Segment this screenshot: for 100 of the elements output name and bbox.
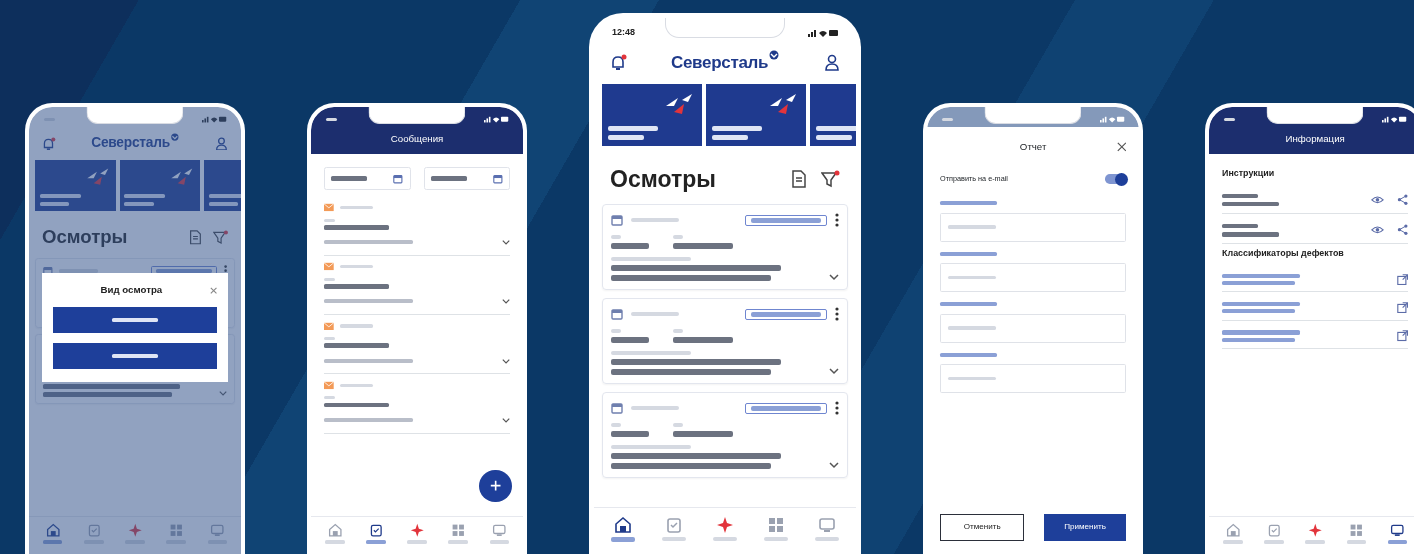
external-link-icon[interactable] [1396, 330, 1409, 342]
blurred-text [59, 269, 98, 273]
blurred-text [940, 251, 997, 256]
chevron-down-icon[interactable] [829, 367, 840, 375]
chevron-down-icon[interactable] [829, 273, 840, 281]
share-icon[interactable] [1396, 224, 1409, 236]
inspection-card[interactable] [602, 298, 849, 384]
email-toggle[interactable] [1105, 174, 1127, 184]
blurred-text [1346, 540, 1366, 544]
close-icon[interactable] [1116, 142, 1127, 152]
blurred-text [940, 201, 997, 206]
blurred-text [340, 324, 373, 328]
blurred-text [324, 277, 336, 281]
chevron-down-icon[interactable] [502, 298, 511, 305]
blurred-text [324, 225, 389, 230]
blurred-text [324, 402, 389, 408]
status-time: 12:48 [612, 26, 636, 40]
signal-battery-icon [202, 116, 227, 123]
input-field[interactable] [940, 364, 1127, 394]
external-link-icon[interactable] [1396, 302, 1409, 314]
monitor-icon [817, 516, 836, 534]
blurred-text [124, 201, 154, 206]
more-icon[interactable] [835, 213, 840, 227]
blurred-text [608, 134, 645, 140]
house-icon [1225, 523, 1241, 538]
blurred-text [751, 311, 822, 317]
cross-icon [1307, 523, 1323, 538]
monitor-icon [492, 523, 507, 538]
document-icon[interactable] [791, 169, 808, 188]
section-title: Инструкции [1222, 167, 1276, 181]
blurred-text [208, 194, 242, 199]
signal-battery-icon [808, 29, 839, 37]
blurred-text [947, 275, 997, 280]
calendar-icon [611, 402, 624, 414]
option-button[interactable] [53, 342, 217, 369]
inspection-card[interactable] [602, 204, 849, 290]
external-link-icon[interactable] [1396, 273, 1409, 285]
toggle-label: Отправить на e-mail [940, 173, 1009, 185]
blurred-text [1223, 117, 1235, 122]
more-icon[interactable] [835, 307, 840, 321]
add-button[interactable] [479, 469, 512, 503]
blurred-text [947, 225, 997, 229]
message-item[interactable] [324, 203, 511, 256]
blurred-text [673, 329, 684, 333]
inspection-card[interactable] [602, 392, 849, 478]
modal-title: Вид осмотра [99, 282, 164, 297]
blurred-text [340, 265, 373, 269]
emblem-icon [768, 50, 781, 60]
bell-icon[interactable] [610, 54, 628, 72]
person-icon[interactable] [824, 54, 841, 72]
blurred-text [712, 134, 749, 140]
blurred-text [611, 431, 650, 437]
house-icon [45, 523, 61, 538]
option-button[interactable] [53, 307, 217, 334]
chevron-down-icon[interactable] [829, 461, 840, 469]
monitor-icon [209, 523, 225, 538]
banner[interactable] [602, 83, 703, 146]
grid-icon [168, 523, 184, 538]
document-icon[interactable] [188, 230, 202, 245]
eye-icon[interactable] [1371, 225, 1384, 235]
blurred-text [814, 537, 839, 541]
page-title: Осмотры [610, 164, 717, 194]
message-item[interactable] [324, 321, 511, 375]
share-icon[interactable] [1396, 194, 1409, 206]
date-field[interactable] [324, 167, 411, 191]
cancel-button[interactable]: Отменить [940, 513, 1025, 542]
input-field[interactable] [940, 263, 1127, 293]
chevron-down-icon[interactable] [502, 357, 511, 365]
input-field[interactable] [940, 212, 1127, 242]
banner[interactable] [706, 83, 807, 146]
blurred-text [325, 117, 337, 122]
house-icon [327, 523, 343, 538]
blurred-text [40, 201, 70, 206]
blurred-text [324, 218, 336, 222]
screen-title: Отчет [1018, 139, 1048, 154]
message-item[interactable] [324, 380, 511, 434]
close-icon[interactable] [209, 286, 217, 294]
blurred-text [713, 537, 738, 541]
date-field[interactable] [423, 167, 511, 191]
blurred-text [324, 343, 389, 349]
blurred-text [324, 396, 336, 400]
blurred-text [673, 423, 684, 427]
blurred-text [816, 125, 857, 131]
filter-icon[interactable] [821, 169, 841, 188]
apply-button[interactable]: Применить [1043, 513, 1127, 542]
eye-icon[interactable] [1371, 195, 1384, 205]
envelope-icon [324, 380, 334, 390]
plus-icon [489, 480, 502, 492]
blurred-text [763, 537, 788, 541]
blurred-text [124, 194, 165, 199]
calendar-icon [493, 173, 503, 184]
input-field[interactable] [940, 313, 1127, 343]
blurred-text [448, 540, 468, 544]
chevron-down-icon[interactable] [502, 239, 511, 246]
message-item[interactable] [324, 262, 511, 316]
chevron-down-icon[interactable] [502, 416, 511, 424]
more-icon[interactable] [835, 401, 840, 415]
section-title: Классификаторы дефектов [1222, 247, 1345, 261]
clipboard-icon [368, 523, 384, 538]
blurred-text [947, 326, 997, 330]
